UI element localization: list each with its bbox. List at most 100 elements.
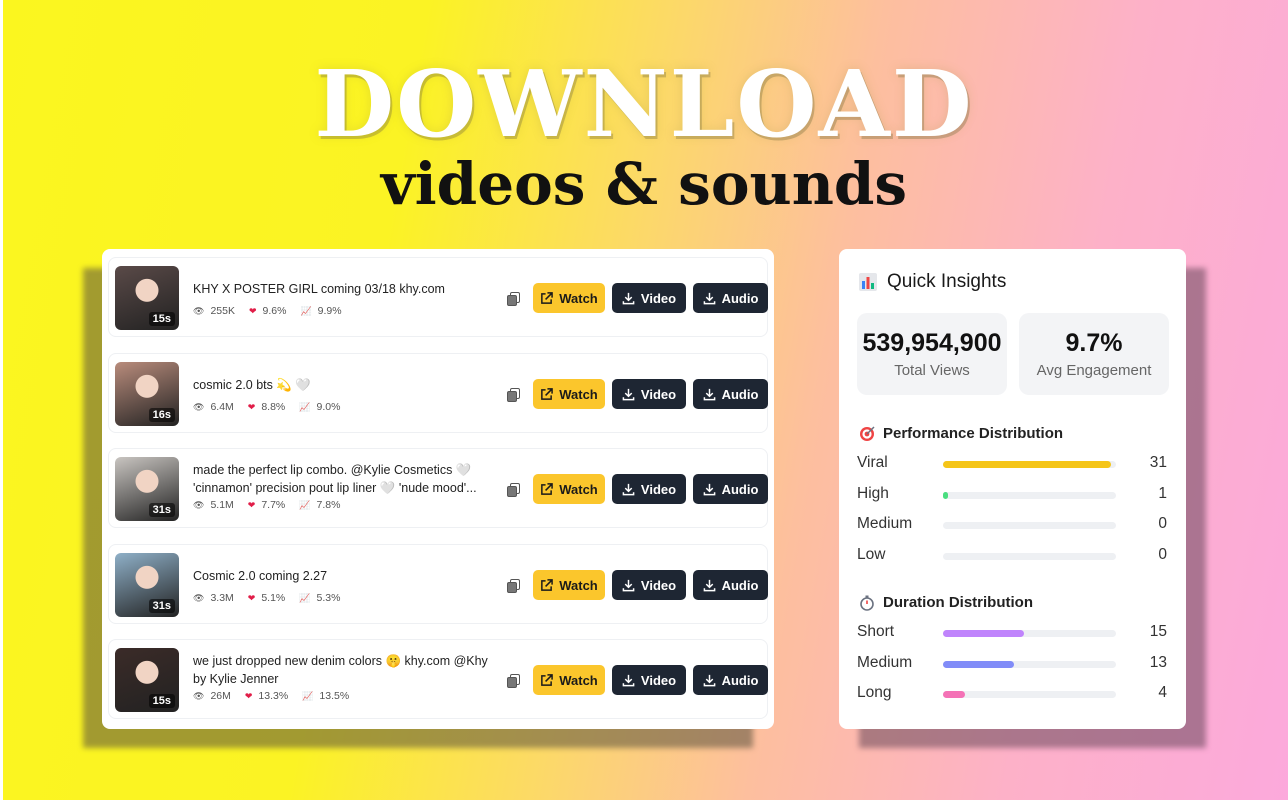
download-video-button[interactable]: Video	[612, 283, 686, 313]
heart-icon: ❤	[247, 499, 256, 510]
likes-stat: ❤ 5.1%	[248, 592, 285, 604]
copy-icon[interactable]	[507, 483, 520, 497]
heart-icon: ❤	[247, 401, 256, 412]
duration-badge: 15s	[148, 694, 175, 708]
video-title: Cosmic 2.0 coming 2.27	[193, 569, 328, 583]
stopwatch-icon	[860, 595, 874, 611]
video-stats: 👁 5.1M ❤ 7.7% 📈 7.8%	[193, 499, 340, 511]
performance-bar-fill	[943, 491, 949, 499]
views-value: 3.3M	[210, 592, 234, 604]
download-audio-button[interactable]: Audio	[693, 570, 768, 600]
heart-icon: ❤	[248, 305, 257, 316]
video-label: Video	[640, 577, 677, 593]
duration-badge: 31s	[148, 599, 175, 613]
heart-icon: ❤	[244, 690, 253, 701]
copy-icon[interactable]	[507, 674, 520, 688]
watch-button[interactable]: Watch	[533, 379, 605, 409]
video-title: KHY X POSTER GIRL coming 03/18 khy.com	[193, 282, 445, 296]
watch-button[interactable]: Watch	[533, 474, 605, 504]
download-icon	[622, 483, 635, 495]
audio-label: Audio	[721, 481, 759, 497]
engagement-stat: 📈 13.5%	[302, 690, 349, 702]
likes-stat: ❤ 9.6%	[249, 305, 286, 317]
duration-bar-fill	[943, 691, 966, 698]
eye-icon: 👁	[193, 499, 205, 510]
download-video-button[interactable]: Video	[612, 665, 686, 695]
video-thumbnail[interactable]: 31s	[115, 457, 179, 521]
video-title: made the perfect lip combo. @Kylie Cosme…	[193, 463, 477, 495]
views-value: 255K	[210, 305, 235, 317]
frame-edge-bottom	[0, 800, 1288, 808]
eye-icon: 👁	[193, 592, 205, 603]
duration-badge: 31s	[148, 503, 175, 517]
video-thumbnail[interactable]: 16s	[115, 362, 179, 426]
engagement-value: 7.8%	[316, 499, 341, 511]
download-icon	[622, 388, 635, 400]
copy-icon[interactable]	[507, 579, 520, 593]
copy-icon[interactable]	[507, 388, 520, 402]
video-stats: 👁 255K ❤ 9.6% 📈 9.9%	[193, 305, 342, 317]
download-icon	[703, 579, 715, 591]
download-audio-button[interactable]: Audio	[693, 283, 768, 313]
download-audio-button[interactable]: Audio	[693, 665, 768, 695]
likes-stat: ❤ 7.7%	[248, 499, 285, 511]
watch-button[interactable]: Watch	[533, 665, 605, 695]
duration-section-title: Duration Distribution	[859, 594, 1033, 611]
video-thumbnail[interactable]: 15s	[115, 648, 179, 712]
duration-count: 15	[1149, 623, 1167, 640]
trend-icon: 📈	[299, 592, 311, 603]
trend-icon: 📈	[300, 305, 312, 316]
eye-icon: 👁	[193, 401, 205, 412]
video-row: 16s cosmic 2.0 bts 💫 🤍 👁 6.4M ❤ 8.8% 📈 9.0%…	[108, 353, 768, 433]
watch-label: Watch	[559, 672, 598, 688]
trend-icon: 📈	[299, 499, 311, 510]
external-link-icon	[541, 578, 554, 591]
video-title: we just dropped new denim colors 🤫 khy.c…	[193, 654, 488, 686]
performance-bar-track	[943, 552, 1116, 560]
download-icon	[703, 674, 715, 686]
duration-badge: 15s	[148, 312, 175, 326]
duration-row: Medium 13	[857, 654, 1167, 674]
engagement-value: 5.3%	[316, 592, 341, 604]
audio-label: Audio	[721, 290, 759, 306]
duration-bar-fill	[943, 660, 1014, 668]
avg-engagement-metric: 9.7% Avg Engagement	[1019, 313, 1169, 395]
duration-count: 4	[1158, 684, 1167, 701]
video-label: Video	[640, 290, 677, 306]
download-icon	[622, 674, 635, 686]
video-label: Video	[640, 386, 677, 402]
download-icon	[703, 292, 715, 304]
duration-bar-track	[943, 630, 1116, 637]
eye-icon: 👁	[193, 690, 205, 701]
video-row: 31s Cosmic 2.0 coming 2.27 👁 3.3M ❤ 5.1% 📈…	[108, 544, 768, 624]
views-value: 26M	[210, 690, 231, 702]
video-thumbnail[interactable]: 15s	[115, 266, 179, 330]
trend-icon: 📈	[302, 690, 314, 701]
likes-value: 13.3%	[258, 690, 289, 702]
watch-button[interactable]: Watch	[533, 283, 605, 313]
watch-button[interactable]: Watch	[533, 570, 605, 600]
target-icon	[860, 425, 875, 441]
download-video-button[interactable]: Video	[612, 474, 686, 504]
performance-count: 31	[1149, 454, 1167, 471]
engagement-value: 13.5%	[319, 690, 350, 702]
download-video-button[interactable]: Video	[612, 379, 686, 409]
performance-section-title: Performance Distribution	[859, 425, 1063, 442]
performance-row: Low 0	[857, 546, 1167, 566]
audio-label: Audio	[721, 577, 759, 593]
download-video-button[interactable]: Video	[612, 570, 686, 600]
download-audio-button[interactable]: Audio	[693, 474, 768, 504]
duration-count: 13	[1149, 653, 1167, 671]
performance-count: 0	[1158, 515, 1167, 532]
video-thumbnail[interactable]: 31s	[115, 553, 179, 617]
download-audio-button[interactable]: Audio	[693, 379, 768, 409]
engagement-value: 9.0%	[316, 401, 341, 413]
video-label: Video	[640, 481, 677, 497]
watch-label: Watch	[559, 290, 598, 306]
copy-icon[interactable]	[507, 292, 520, 306]
duration-row: Short 15	[857, 623, 1167, 643]
hero-subline: videos & sounds	[380, 150, 908, 218]
performance-bar-track	[943, 461, 1116, 468]
likes-value: 8.8%	[261, 401, 286, 413]
engagement-value: 9.9%	[317, 305, 342, 317]
